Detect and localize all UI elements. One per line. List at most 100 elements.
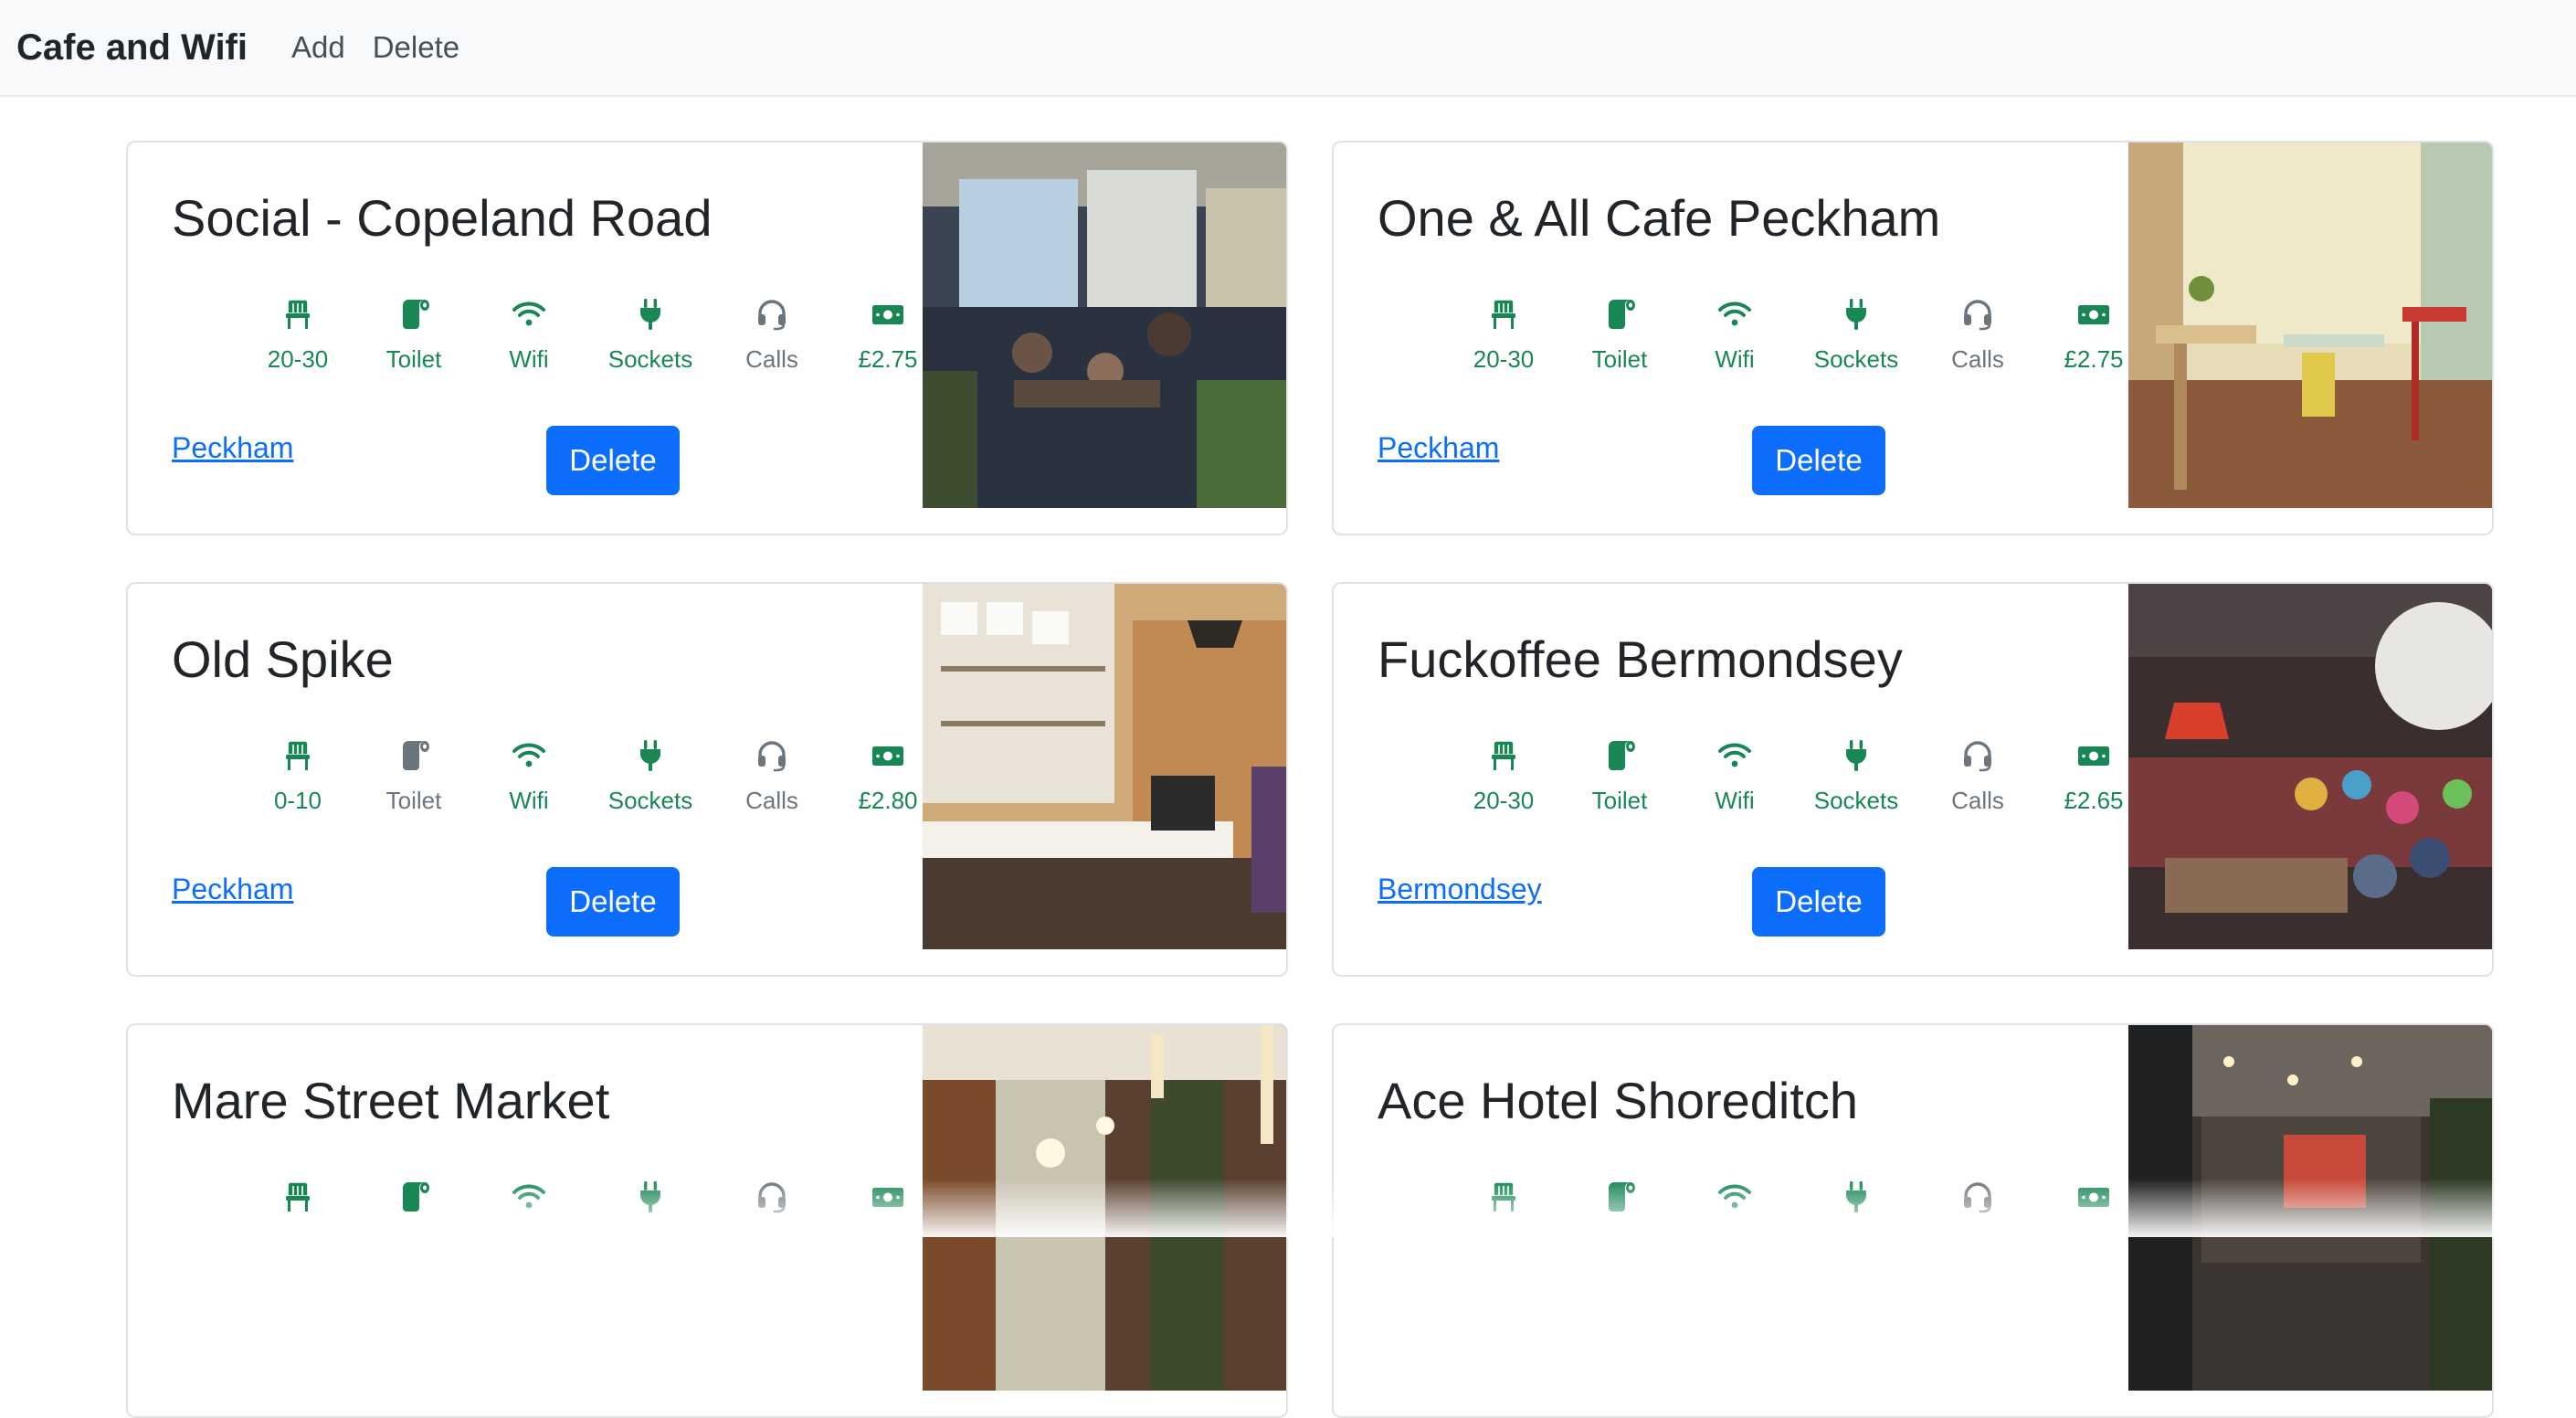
toilet-icon [1601, 296, 1638, 333]
amenity-calls [714, 1179, 829, 1215]
cafe-photo [923, 143, 1286, 508]
amenity-wifi: Wifi [1677, 737, 1792, 815]
money-icon [2075, 737, 2112, 774]
chair-icon [1485, 737, 1522, 774]
headset-icon [1959, 296, 1996, 333]
amenity-toilet [356, 1179, 471, 1215]
delete-button[interactable]: Delete [546, 426, 680, 495]
amenity-label: Calls [745, 787, 798, 814]
amenity-calls [1920, 1179, 2035, 1215]
toilet-icon [396, 737, 432, 774]
cafe-name: Ace Hotel Shoreditch [1378, 1072, 1859, 1129]
amenity-seats [1446, 1179, 1561, 1215]
amenity-calls: Calls [714, 296, 829, 374]
amenity-calls: Calls [714, 737, 829, 815]
chair-icon [280, 737, 316, 774]
amenity-seats: 20-30 [1446, 296, 1561, 374]
headset-icon [1959, 1179, 1996, 1215]
wifi-icon [511, 1179, 547, 1215]
headset-icon [754, 1179, 790, 1215]
amenity-seats: 20-30 [240, 296, 355, 374]
amenity-label: Sockets [1813, 787, 1899, 814]
amenity-toilet [1562, 1179, 1677, 1215]
plug-icon [632, 1179, 669, 1215]
amenity-calls: Calls [1920, 296, 2035, 374]
chair-icon [1485, 1179, 1522, 1215]
amenity-wifi [1677, 1179, 1792, 1215]
amenity-label: Calls [1951, 787, 2004, 814]
cafe-name: Mare Street Market [172, 1072, 610, 1129]
chair-icon [280, 296, 316, 333]
amenity-wifi: Wifi [1677, 296, 1792, 374]
headset-icon [754, 296, 790, 333]
amenity-label: 20-30 [267, 345, 329, 373]
amenity-label: Wifi [1715, 345, 1755, 373]
money-icon [870, 737, 906, 774]
money-icon [2075, 296, 2112, 333]
amenity-label: Wifi [509, 345, 549, 373]
cafe-photo [2128, 584, 2492, 949]
amenity-label: Wifi [509, 787, 549, 814]
amenity-calls: Calls [1920, 737, 2035, 815]
toilet-icon [396, 1179, 432, 1215]
amenity-sockets [593, 1179, 708, 1215]
toilet-icon [1601, 1179, 1638, 1215]
cafe-name: Fuckoffee Bermondsey [1378, 630, 1903, 688]
toilet-icon [1601, 737, 1638, 774]
cafe-card: One & All Cafe Peckham 20-30 Toilet Wifi… [1332, 141, 2494, 535]
headset-icon [754, 737, 790, 774]
amenity-label: Sockets [607, 345, 693, 373]
money-icon [870, 296, 906, 333]
amenity-wifi [471, 1179, 586, 1215]
cafe-photo [2128, 1025, 2492, 1391]
money-icon [2075, 1179, 2112, 1215]
amenity-toilet: Toilet [356, 737, 471, 815]
amenity-label: 20-30 [1473, 787, 1535, 814]
plug-icon [1838, 1179, 1874, 1215]
cafe-photo [923, 1025, 1286, 1391]
cafe-name: Old Spike [172, 630, 394, 688]
cafe-card: Old Spike 0-10 Toilet Wifi Sockets Calls… [126, 582, 1288, 977]
amenity-wifi: Wifi [471, 737, 586, 815]
amenity-seats [240, 1179, 355, 1215]
wifi-icon [1716, 737, 1753, 774]
amenity-seats: 20-30 [1446, 737, 1561, 815]
cafe-card: Ace Hotel Shoreditch [1332, 1023, 2494, 1418]
amenity-toilet: Toilet [356, 296, 471, 374]
delete-button[interactable]: Delete [1752, 426, 1885, 495]
cafe-grid: Social - Copeland Road 20-30 Toilet Wifi… [0, 0, 2576, 1418]
amenity-label: Sockets [1813, 345, 1899, 373]
amenity-label: Toilet [1591, 345, 1648, 373]
amenity-sockets: Sockets [593, 296, 708, 374]
wifi-icon [511, 296, 547, 333]
location-link[interactable]: Peckham [172, 431, 293, 465]
amenity-sockets [1799, 1179, 1914, 1215]
cafe-card: Social - Copeland Road 20-30 Toilet Wifi… [126, 141, 1288, 535]
cafe-card: Fuckoffee Bermondsey 20-30 Toilet Wifi S… [1332, 582, 2494, 977]
amenity-seats: 0-10 [240, 737, 355, 815]
wifi-icon [1716, 1179, 1753, 1215]
cafe-name: One & All Cafe Peckham [1378, 189, 1941, 247]
location-link[interactable]: Bermondsey [1378, 873, 1542, 906]
amenity-label: 20-30 [1473, 345, 1535, 373]
amenity-label: Calls [1951, 345, 2004, 373]
delete-button[interactable]: Delete [546, 867, 680, 937]
plug-icon [1838, 737, 1874, 774]
headset-icon [1959, 737, 1996, 774]
chair-icon [280, 1179, 316, 1215]
amenity-label: Toilet [385, 787, 442, 814]
amenity-label: Toilet [385, 345, 442, 373]
delete-button[interactable]: Delete [1752, 867, 1885, 937]
wifi-icon [1716, 296, 1753, 333]
plug-icon [632, 296, 669, 333]
cafe-photo [923, 584, 1286, 949]
amenity-label: Sockets [607, 787, 693, 814]
amenity-label: Toilet [1591, 787, 1648, 814]
plug-icon [1838, 296, 1874, 333]
amenity-label: 0-10 [273, 787, 322, 814]
location-link[interactable]: Peckham [1378, 431, 1499, 465]
plug-icon [632, 737, 669, 774]
wifi-icon [511, 737, 547, 774]
amenity-wifi: Wifi [471, 296, 586, 374]
location-link[interactable]: Peckham [172, 873, 293, 906]
